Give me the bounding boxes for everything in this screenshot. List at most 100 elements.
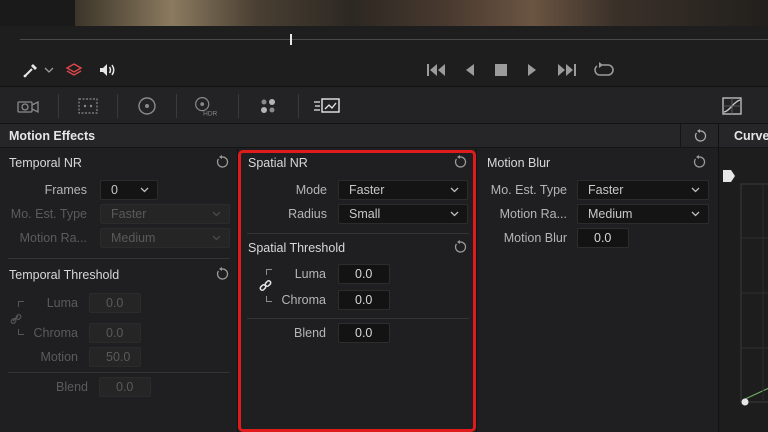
blur-mo-est-type-dropdown[interactable]: Faster: [577, 180, 709, 200]
blur-motion-range-value: Medium: [588, 207, 633, 221]
curve-point: [741, 398, 749, 406]
playhead[interactable]: [290, 34, 292, 45]
blur-mo-est-type-label: Mo. Est. Type: [490, 183, 567, 197]
panel-reset-button[interactable]: [680, 124, 718, 148]
color-wheels-icon[interactable]: [133, 94, 161, 118]
motion-effects-header: Motion Effects: [0, 124, 718, 148]
loop-icon[interactable]: [592, 60, 616, 80]
divider: [8, 372, 230, 373]
link-icon[interactable]: [10, 313, 22, 325]
chevron-down-icon: [450, 187, 459, 193]
motion-blur-label: Motion Blur: [503, 231, 567, 245]
divider: [8, 258, 230, 259]
motion-range-dropdown[interactable]: Medium: [100, 228, 230, 248]
mo-est-type-label: Mo. Est. Type: [10, 207, 87, 221]
scrubber-bar[interactable]: [0, 26, 768, 54]
camera-raw-icon[interactable]: [14, 94, 42, 118]
chevron-down-icon: [691, 211, 700, 217]
play-icon[interactable]: [522, 60, 542, 80]
temporal-chroma-field[interactable]: 0.0: [89, 323, 141, 343]
radius-dropdown[interactable]: Small: [338, 204, 468, 224]
palette-toolbar: HDR: [0, 86, 768, 124]
divider: [247, 318, 469, 319]
go-to-end-icon[interactable]: [554, 60, 578, 80]
motion-range-value: Medium: [111, 231, 156, 245]
spatial-nr-reset-icon[interactable]: [453, 155, 467, 169]
radius-label: Radius: [288, 207, 327, 221]
viewer-image: [0, 0, 768, 26]
go-to-start-icon[interactable]: [425, 60, 449, 80]
temporal-nr-title: Temporal NR: [9, 156, 82, 170]
link-icon[interactable]: [259, 279, 272, 292]
link-bracket-top: [266, 269, 272, 275]
picker-dropdown-chevron-icon[interactable]: [43, 60, 55, 80]
chevron-down-icon: [691, 187, 700, 193]
blur-motion-range-label: Motion Ra...: [499, 207, 567, 221]
divider: [247, 233, 469, 234]
spatial-chroma-field[interactable]: 0.0: [338, 290, 390, 310]
temporal-threshold-reset-icon[interactable]: [215, 267, 229, 281]
hdr-wheels-icon[interactable]: HDR: [191, 94, 219, 118]
spatial-luma-field[interactable]: 0.0: [338, 264, 390, 284]
motion-blur-reset-icon[interactable]: [692, 155, 706, 169]
chevron-down-icon: [212, 235, 221, 241]
temporal-luma-field[interactable]: 0.0: [89, 293, 141, 313]
temporal-blend-field[interactable]: 0.0: [99, 377, 151, 397]
chevron-down-icon: [450, 211, 459, 217]
stop-icon[interactable]: [491, 60, 511, 80]
mode-label: Mode: [295, 183, 327, 197]
temporal-blend-label: Blend: [56, 380, 88, 394]
frames-dropdown[interactable]: 0: [100, 180, 158, 200]
spatial-nr-title: Spatial NR: [248, 156, 308, 170]
motion-blur-field[interactable]: 0.0: [577, 228, 629, 248]
panel-title: Motion Effects: [9, 129, 96, 143]
picker-icon[interactable]: [20, 60, 42, 80]
blur-motion-range-dropdown[interactable]: Medium: [577, 204, 709, 224]
chevron-down-icon: [212, 211, 221, 217]
speaker-icon[interactable]: [96, 60, 118, 80]
spatial-luma-label: Luma: [294, 267, 326, 281]
spatial-blend-field[interactable]: 0.0: [338, 323, 390, 343]
curves-graph[interactable]: [719, 148, 768, 432]
curves-icon[interactable]: [718, 94, 746, 118]
blur-mo-est-type-value: Faster: [588, 183, 624, 197]
spatial-threshold-reset-icon[interactable]: [453, 240, 467, 254]
motion-range-label: Motion Ra...: [19, 231, 87, 245]
spatial-chroma-label: Chroma: [281, 293, 326, 307]
mo-est-type-dropdown[interactable]: Faster: [100, 204, 230, 224]
temporal-motion-label: Motion: [40, 350, 78, 364]
scrubber-track[interactable]: [20, 39, 768, 40]
color-match-icon[interactable]: [74, 94, 102, 118]
temporal-threshold-title: Temporal Threshold: [9, 268, 120, 282]
rgb-mixer-icon[interactable]: [254, 94, 282, 118]
curve-handle-icon: [723, 170, 735, 182]
temporal-nr-reset-icon[interactable]: [215, 155, 229, 169]
motion-blur-column: Motion Blur Mo. Est. Type Faster Motion …: [478, 148, 718, 432]
spatial-nr-column: Spatial NR Mode Faster Radius Small Spat…: [239, 148, 477, 432]
curves-header: Curve: [718, 124, 768, 148]
mode-dropdown[interactable]: Faster: [338, 180, 468, 200]
viewer-frame: [75, 0, 768, 26]
curves-panel[interactable]: [718, 148, 768, 432]
spatial-blend-label: Blend: [294, 326, 326, 340]
link-bracket-bottom: [18, 329, 24, 335]
mo-est-type-value: Faster: [111, 207, 147, 221]
layers-icon[interactable]: [63, 60, 85, 80]
link-bracket-top: [18, 301, 24, 307]
temporal-chroma-label: Chroma: [33, 326, 78, 340]
hdr-badge: HDR: [203, 110, 217, 117]
mode-value: Faster: [349, 183, 385, 197]
temporal-nr-column: Temporal NR Frames 0 Mo. Est. Type Faste…: [0, 148, 238, 432]
link-bracket-bottom: [266, 296, 272, 302]
frames-label: Frames: [44, 183, 87, 197]
motion-effects-icon[interactable]: [312, 94, 342, 118]
transport-bar: [0, 54, 768, 86]
radius-value: Small: [349, 207, 381, 221]
curves-title: Curve: [734, 129, 768, 143]
temporal-motion-field[interactable]: 50.0: [89, 347, 141, 367]
motion-blur-title: Motion Blur: [487, 156, 551, 170]
spatial-threshold-title: Spatial Threshold: [248, 241, 346, 255]
frames-value: 0: [111, 183, 118, 197]
reset-icon: [694, 129, 706, 142]
step-back-icon[interactable]: [460, 60, 480, 80]
